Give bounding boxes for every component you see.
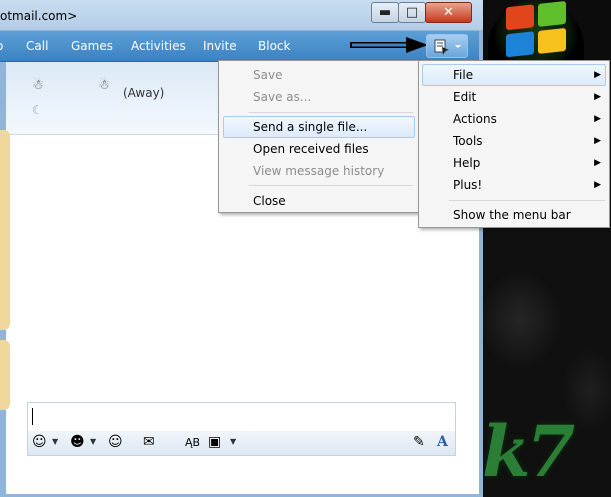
own-display-picture-frame <box>0 340 10 410</box>
text-caret <box>32 408 33 425</box>
minimize-button[interactable]: ▬ <box>371 2 399 23</box>
background-dropdown-icon[interactable]: ▼ <box>230 437 236 446</box>
submenu-arrow-icon: ▶ <box>594 114 601 124</box>
emoticon-icon[interactable]: ☺ <box>32 434 47 450</box>
menu-item-help[interactable]: Help <box>453 156 480 170</box>
invite-button[interactable]: Invite <box>203 39 237 53</box>
contact-status-icon-right: ☃ <box>98 78 110 93</box>
contact-status: (Away) <box>123 86 165 100</box>
away-moon-icon: ☾ <box>32 103 43 117</box>
activities-button[interactable]: Activities <box>131 39 186 53</box>
arrow-annotation-icon <box>350 37 428 53</box>
menu-item-show-menu-bar[interactable]: Show the menu bar <box>453 208 571 222</box>
maximize-button[interactable]: □ <box>398 2 426 23</box>
menu-separator <box>249 185 413 186</box>
main-menu: File ▶ Edit ▶ Actions ▶ Tools ▶ Help ▶ P… <box>418 60 610 228</box>
toolbar-edge-icon: o <box>0 39 3 53</box>
submenu-arrow-icon: ▶ <box>594 158 601 168</box>
menu-item-file[interactable]: File <box>453 68 473 82</box>
wallpaper-logo: k7 <box>482 410 575 493</box>
font-style-icon[interactable]: ĄB <box>185 436 200 449</box>
font-icon[interactable]: A <box>437 434 448 450</box>
message-input[interactable] <box>27 402 456 432</box>
formatting-toolbar: ☺ ▼ ☻ ▼ ☺ ✉ ĄB ▣ ▼ ✎ A <box>27 431 456 456</box>
menu-item-send-file[interactable]: Send a single file... <box>253 120 367 134</box>
file-submenu: Save Save as... Send a single file... Op… <box>218 60 420 213</box>
contact-status-icon: ☃ <box>32 78 44 93</box>
nudge-icon[interactable]: ☺ <box>108 434 123 450</box>
submenu-arrow-icon: ▶ <box>594 136 601 146</box>
menu-highlight <box>422 64 606 86</box>
menu-item-close[interactable]: Close <box>253 194 286 208</box>
submenu-arrow-icon: ▶ <box>594 180 601 190</box>
window-title: otmail.com> <box>0 9 78 23</box>
menu-item-view-history[interactable]: View message history <box>253 164 384 178</box>
handwriting-icon[interactable]: ✎ <box>413 434 425 450</box>
wink-icon[interactable]: ☻ <box>70 434 85 450</box>
menu-item-save-as[interactable]: Save as... <box>253 90 311 104</box>
menu-separator <box>449 200 605 201</box>
menu-item-plus[interactable]: Plus! <box>453 178 482 192</box>
display-picture-frame <box>0 130 10 330</box>
menu-item-tools[interactable]: Tools <box>453 134 483 148</box>
voice-clip-icon[interactable]: ✉ <box>143 434 155 450</box>
games-button[interactable]: Games <box>71 39 113 53</box>
menu-icon <box>434 39 461 55</box>
show-menu-button[interactable] <box>426 34 468 58</box>
block-button[interactable]: Block <box>258 39 290 53</box>
menu-item-actions[interactable]: Actions <box>453 112 497 126</box>
call-button[interactable]: Call <box>26 39 48 53</box>
submenu-arrow-icon: ▶ <box>594 92 601 102</box>
menu-item-save[interactable]: Save <box>253 68 282 82</box>
wink-dropdown-icon[interactable]: ▼ <box>90 437 96 446</box>
menu-item-edit[interactable]: Edit <box>453 90 476 104</box>
menu-item-open-received-files[interactable]: Open received files <box>253 142 369 156</box>
windows-logo-icon <box>506 0 568 60</box>
menu-separator <box>249 112 413 113</box>
background-icon[interactable]: ▣ <box>208 434 221 450</box>
title-bar: otmail.com> ▬ □ ✕ <box>0 0 483 30</box>
emoticon-dropdown-icon[interactable]: ▼ <box>52 437 58 446</box>
close-button[interactable]: ✕ <box>425 2 472 23</box>
submenu-arrow-icon: ▶ <box>594 70 601 80</box>
